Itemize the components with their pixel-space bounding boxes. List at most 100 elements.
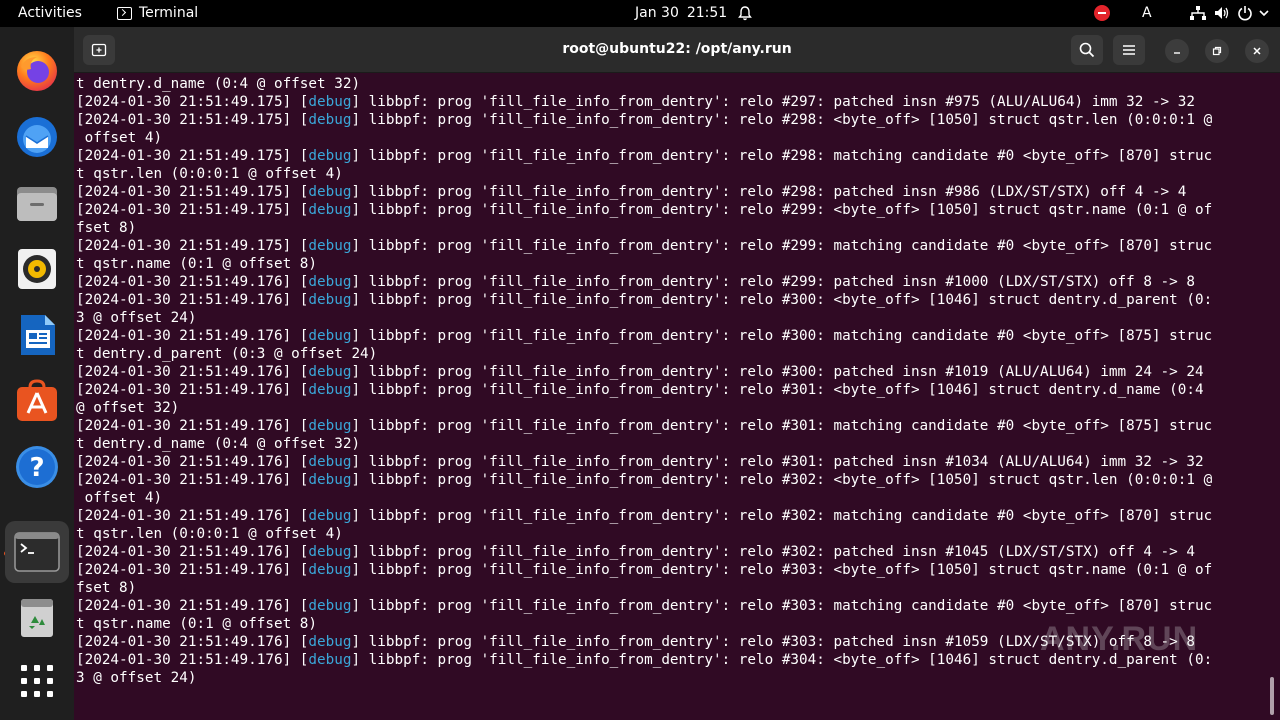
log-level: debug — [308, 454, 352, 470]
log-level: debug — [308, 562, 352, 578]
log-timestamp: [2024-01-30 21:51:49.176] [ — [76, 274, 309, 290]
dock-files-icon[interactable] — [13, 179, 61, 227]
log-message: ] libbpf: prog 'fill_file_info_from_dent… — [351, 292, 1213, 308]
terminal-line: t dentry.d_name (0:4 @ offset 32) — [76, 435, 1266, 453]
close-button[interactable] — [1245, 39, 1269, 63]
anyrun-watermark-logo: ANY.RUN — [1040, 608, 1260, 668]
app-menu-label: Terminal — [139, 5, 199, 21]
log-level: debug — [308, 112, 352, 128]
log-level: debug — [308, 634, 352, 650]
terminal-line-text: t qstr.name (0:1 @ offset 8) — [76, 616, 318, 632]
app-menu[interactable]: Terminal — [117, 5, 198, 21]
terminal-line: [2024-01-30 21:51:49.176] [debug] libbpf… — [76, 381, 1266, 399]
dock-terminal-icon[interactable] — [5, 521, 69, 583]
dock-app-center-icon[interactable] — [13, 377, 61, 425]
terminal-line: t dentry.d_parent (0:3 @ offset 24) — [76, 345, 1266, 363]
terminal-line-text: fset 8) — [76, 580, 137, 596]
log-timestamp: [2024-01-30 21:51:49.176] [ — [76, 562, 309, 578]
log-level: debug — [308, 598, 352, 614]
log-message: ] libbpf: prog 'fill_file_info_from_dent… — [351, 472, 1213, 488]
terminal-line-text: t dentry.d_name (0:4 @ offset 32) — [76, 76, 361, 92]
menu-button[interactable] — [1113, 35, 1145, 65]
show-apps-grid-icon[interactable] — [13, 657, 61, 705]
dock-thunderbird-icon[interactable] — [13, 113, 61, 161]
maximize-button[interactable] — [1205, 39, 1229, 63]
terminal-line-text: t dentry.d_parent (0:3 @ offset 24) — [76, 346, 378, 362]
log-timestamp: [2024-01-30 21:51:49.176] [ — [76, 292, 309, 308]
restore-icon — [1212, 46, 1222, 56]
terminal-line: [2024-01-30 21:51:49.176] [debug] libbpf… — [76, 291, 1266, 309]
input-language-indicator[interactable]: A — [1142, 5, 1152, 21]
error-indicator-icon[interactable] — [1094, 5, 1110, 21]
log-timestamp: [2024-01-30 21:51:49.175] [ — [76, 238, 309, 254]
minimize-button[interactable] — [1165, 39, 1189, 63]
log-timestamp: [2024-01-30 21:51:49.176] [ — [76, 472, 309, 488]
hamburger-menu-icon — [1123, 45, 1135, 55]
log-message: ] libbpf: prog 'fill_file_info_from_dent… — [351, 184, 1187, 200]
dock-firefox-icon[interactable] — [13, 47, 61, 95]
log-timestamp: [2024-01-30 21:51:49.176] [ — [76, 418, 309, 434]
notification-bell-icon[interactable] — [737, 5, 753, 21]
log-level: debug — [308, 382, 352, 398]
search-icon — [1079, 42, 1095, 58]
log-timestamp: [2024-01-30 21:51:49.176] [ — [76, 328, 309, 344]
terminal-line: offset 4) — [76, 489, 1266, 507]
terminal-line: t qstr.name (0:1 @ offset 8) — [76, 255, 1266, 273]
terminal-line-text: @ offset 32) — [76, 400, 180, 416]
log-message: ] libbpf: prog 'fill_file_info_from_dent… — [351, 562, 1213, 578]
log-level: debug — [308, 364, 352, 380]
log-message: ] libbpf: prog 'fill_file_info_from_dent… — [351, 94, 1195, 110]
terminal-line: fset 8) — [76, 219, 1266, 237]
close-icon — [1253, 47, 1261, 55]
log-level: debug — [308, 292, 352, 308]
clock[interactable]: Jan 30 21:51 — [635, 5, 727, 21]
terminal-line: [2024-01-30 21:51:49.176] [debug] libbpf… — [76, 471, 1266, 489]
top-bar: Activities Terminal Jan 30 21:51 A — [0, 0, 1280, 27]
terminal-line-text: t dentry.d_name (0:4 @ offset 32) — [76, 436, 361, 452]
terminal-line: [2024-01-30 21:51:49.176] [debug] libbpf… — [76, 507, 1266, 525]
log-message: ] libbpf: prog 'fill_file_info_from_dent… — [351, 238, 1213, 254]
terminal-line-text: t qstr.name (0:1 @ offset 8) — [76, 256, 318, 272]
terminal-line: [2024-01-30 21:51:49.175] [debug] libbpf… — [76, 183, 1266, 201]
power-icon[interactable] — [1237, 5, 1253, 21]
clock-time: 21:51 — [686, 5, 728, 21]
search-button[interactable] — [1071, 35, 1103, 65]
terminal-line: 3 @ offset 24) — [76, 669, 1266, 687]
log-timestamp: [2024-01-30 21:51:49.176] [ — [76, 598, 309, 614]
dock-help-icon[interactable]: ? — [13, 443, 61, 491]
dock-libreoffice-writer-icon[interactable] — [13, 311, 61, 359]
log-message: ] libbpf: prog 'fill_file_info_from_dent… — [351, 418, 1213, 434]
terminal-line: [2024-01-30 21:51:49.175] [debug] libbpf… — [76, 111, 1266, 129]
log-level: debug — [308, 328, 352, 344]
terminal-line: [2024-01-30 21:51:49.175] [debug] libbpf… — [76, 201, 1266, 219]
log-level: debug — [308, 238, 352, 254]
log-message: ] libbpf: prog 'fill_file_info_from_dent… — [351, 544, 1195, 560]
activities-button[interactable]: Activities — [18, 5, 82, 21]
log-message: ] libbpf: prog 'fill_file_info_from_dent… — [351, 508, 1213, 524]
log-message: ] libbpf: prog 'fill_file_info_from_dent… — [351, 112, 1213, 128]
terminal-line: t dentry.d_name (0:4 @ offset 32) — [76, 75, 1266, 93]
network-icon[interactable] — [1190, 6, 1206, 20]
terminal-line: t qstr.len (0:0:0:1 @ offset 4) — [76, 165, 1266, 183]
window-titlebar[interactable]: root@ubuntu22: /opt/any.run — [74, 27, 1280, 73]
terminal-scrollbar[interactable] — [1270, 677, 1274, 715]
terminal-line: [2024-01-30 21:51:49.175] [debug] libbpf… — [76, 147, 1266, 165]
dock-trash-icon[interactable] — [13, 593, 61, 641]
volume-icon[interactable] — [1214, 6, 1230, 20]
log-level: debug — [308, 184, 352, 200]
terminal-line: [2024-01-30 21:51:49.176] [debug] libbpf… — [76, 273, 1266, 291]
log-timestamp: [2024-01-30 21:51:49.175] [ — [76, 184, 309, 200]
log-timestamp: [2024-01-30 21:51:49.175] [ — [76, 94, 309, 110]
log-level: debug — [308, 94, 352, 110]
chevron-down-icon[interactable] — [1258, 7, 1270, 19]
terminal-line-text: 3 @ offset 24) — [76, 310, 197, 326]
log-message: ] libbpf: prog 'fill_file_info_from_dent… — [351, 148, 1213, 164]
log-level: debug — [308, 274, 352, 290]
terminal-line-text: t qstr.len (0:0:0:1 @ offset 4) — [76, 166, 343, 182]
terminal-line: [2024-01-30 21:51:49.176] [debug] libbpf… — [76, 417, 1266, 435]
log-timestamp: [2024-01-30 21:51:49.176] [ — [76, 364, 309, 380]
terminal-line: t qstr.len (0:0:0:1 @ offset 4) — [76, 525, 1266, 543]
dock: ? — [0, 27, 74, 720]
terminal-line: [2024-01-30 21:51:49.175] [debug] libbpf… — [76, 93, 1266, 111]
dock-rhythmbox-icon[interactable] — [13, 245, 61, 293]
